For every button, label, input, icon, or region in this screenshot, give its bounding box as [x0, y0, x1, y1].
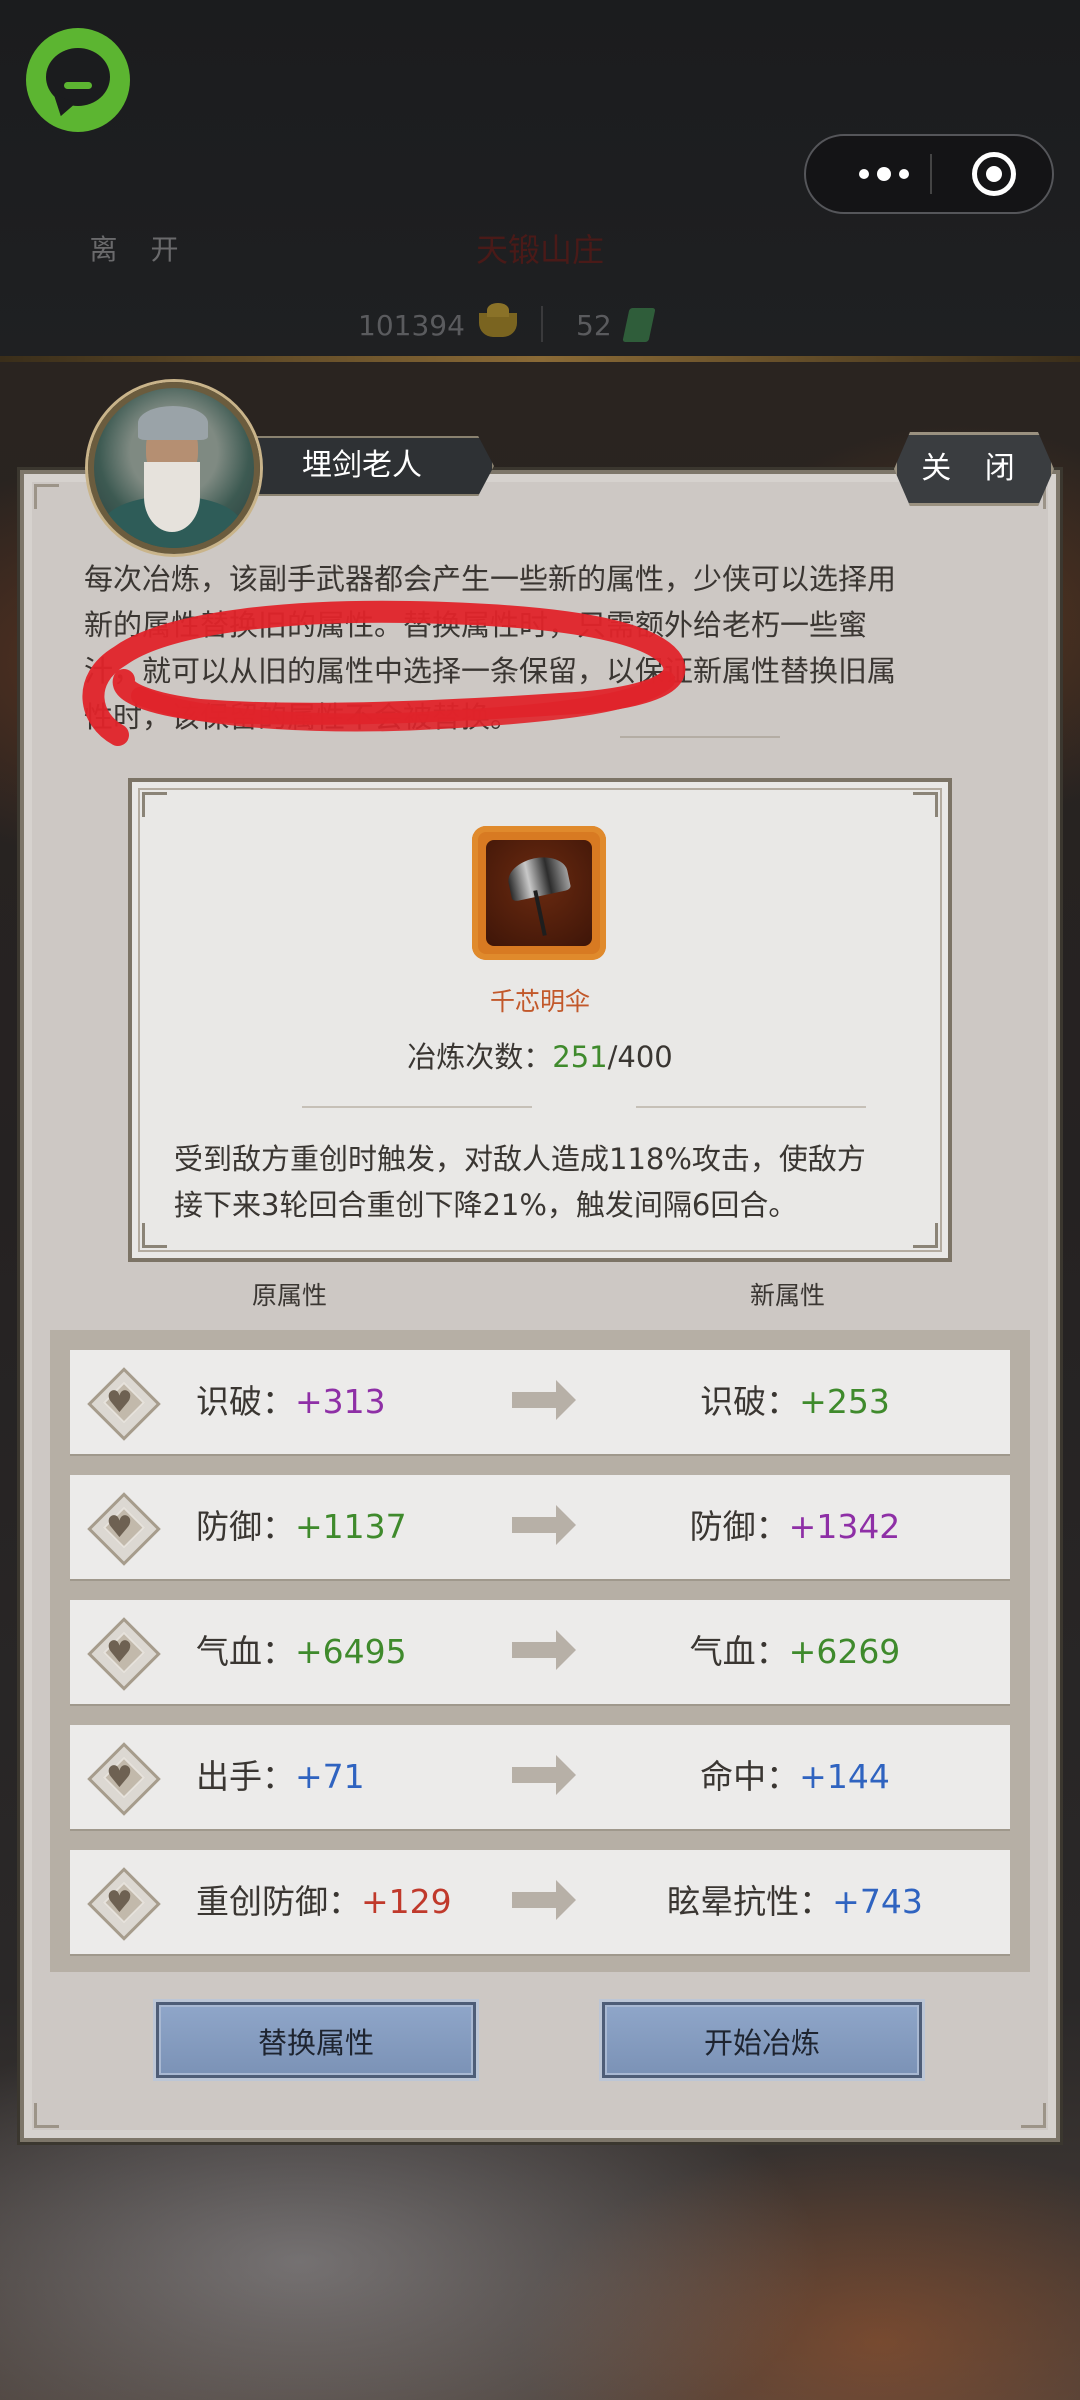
- exit-program-icon[interactable]: [972, 152, 1016, 196]
- gold-ingot-icon: [478, 303, 517, 337]
- attribute-list: ♥ 识破：+313 识破：+253 ♥ 防御：+1137 防御：+1342 ♥ …: [50, 1330, 1030, 1972]
- npc-name: 埋剑老人: [230, 436, 494, 496]
- new-attribute: 识破：+253: [700, 1382, 890, 1421]
- refine-count-max: /400: [607, 1040, 673, 1074]
- ornament-divider: [302, 1106, 532, 1108]
- close-button[interactable]: 关 闭: [894, 432, 1054, 506]
- refine-count: 冶炼次数：251/400: [132, 1034, 948, 1076]
- attribute-row[interactable]: ♥ 防御：+1137 防御：+1342: [70, 1475, 1010, 1579]
- heart-icon: ♥: [106, 1385, 133, 1420]
- jade-ticket-icon: [622, 308, 656, 342]
- description-divider: [620, 736, 780, 738]
- attribute-row[interactable]: ♥ 出手：+71 命中：+144: [70, 1725, 1010, 1829]
- description-line: 汁，就可以从旧的属性中选择一条保留，以保证新属性替换旧属: [84, 654, 897, 688]
- attribute-row[interactable]: ♥ 重创防御：+129 眩晕抗性：+743: [70, 1850, 1010, 1954]
- new-attribute: 命中：+144: [700, 1757, 890, 1796]
- refine-count-current: 251: [552, 1040, 608, 1074]
- refine-description: 每次冶炼，该副手武器都会产生一些新的属性，少侠可以选择用 新的属性替换旧的属性。…: [84, 556, 984, 740]
- old-attribute: 气血：+6495: [196, 1632, 407, 1671]
- old-attributes-header: 原属性: [252, 1281, 328, 1310]
- replace-attributes-button[interactable]: 替换属性: [156, 2002, 476, 2078]
- umbrella-weapon-icon[interactable]: [472, 826, 606, 960]
- arrow-right-icon: [512, 1505, 576, 1545]
- attribute-row[interactable]: ♥ 气血：+6495 气血：+6269: [70, 1600, 1010, 1704]
- item-card: 千芯明伞 冶炼次数：251/400 受到敌方重创时触发，对敌人造成118%攻击，…: [128, 778, 952, 1262]
- top-bar: 离 开 天锻山庄 101394 52: [0, 0, 1080, 360]
- item-effect: 受到敌方重创时触发，对敌人造成118%攻击，使敌方 接下来3轮回合重创下降21%…: [174, 1136, 914, 1228]
- new-attribute: 防御：+1342: [689, 1507, 901, 1546]
- heart-icon: ♥: [106, 1510, 133, 1545]
- gold-amount: 101394: [358, 308, 465, 342]
- old-attribute: 重创防御：+129: [196, 1882, 452, 1921]
- description-line: 每次冶炼，该副手武器都会产生一些新的属性，少侠可以选择用: [84, 562, 897, 596]
- attribute-row[interactable]: ♥ 识破：+313 识破：+253: [70, 1350, 1010, 1454]
- jade-amount: 52: [576, 308, 612, 342]
- capsule-divider: [930, 154, 932, 194]
- new-attribute: 气血：+6269: [689, 1632, 901, 1671]
- refine-count-label: 冶炼次数：: [407, 1040, 553, 1074]
- mini-program-capsule: [804, 134, 1054, 214]
- more-options-icon[interactable]: [842, 136, 926, 212]
- old-attribute: 识破：+313: [196, 1382, 386, 1421]
- new-attribute: 眩晕抗性：+743: [667, 1882, 923, 1921]
- ornament-divider: [636, 1106, 866, 1108]
- item-name: 千芯明伞: [489, 987, 590, 1016]
- arrow-right-icon: [512, 1380, 576, 1420]
- jade-counter: 52: [576, 300, 656, 350]
- heart-icon: ♥: [106, 1760, 133, 1795]
- effect-line: 接下来3轮回合重创下降21%，触发间隔6回合。: [174, 1188, 798, 1222]
- heart-icon: ♥: [106, 1635, 133, 1670]
- new-attributes-header: 新属性: [750, 1281, 826, 1310]
- app-logo-icon[interactable]: [26, 28, 130, 132]
- currency-divider: [541, 306, 543, 342]
- old-attribute: 出手：+71: [196, 1757, 365, 1796]
- arrow-right-icon: [512, 1755, 576, 1795]
- gold-counter: 101394: [358, 300, 517, 350]
- description-line: 性时，该保留的属性不会被替换。: [84, 700, 520, 734]
- heart-icon: ♥: [106, 1885, 133, 1920]
- arrow-right-icon: [512, 1880, 576, 1920]
- location-title: 天锻山庄: [330, 214, 750, 286]
- effect-line: 受到敌方重创时触发，对敌人造成118%攻击，使敌方: [174, 1142, 866, 1176]
- start-refining-button[interactable]: 开始冶炼: [602, 2002, 922, 2078]
- arrow-right-icon: [512, 1630, 576, 1670]
- old-attribute: 防御：+1137: [196, 1507, 407, 1546]
- description-line: 新的属性替换旧的属性。替换属性时，只需额外给老朽一些蜜: [84, 608, 868, 642]
- npc-portrait: [88, 382, 260, 554]
- leave-button[interactable]: 离 开: [30, 222, 250, 278]
